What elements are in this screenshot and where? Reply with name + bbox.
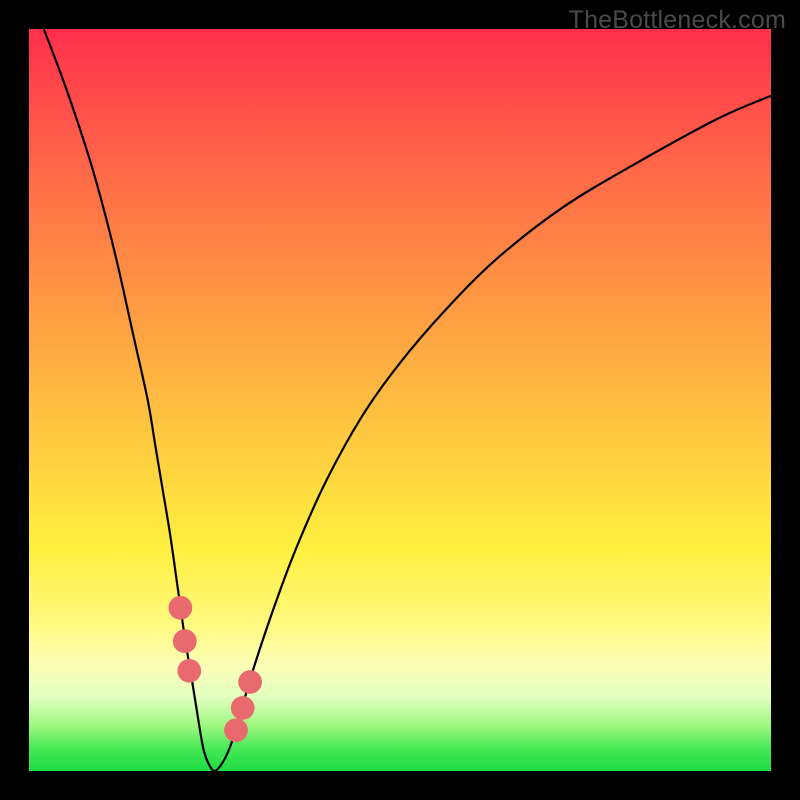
watermark-text: TheBottleneck.com	[569, 6, 786, 35]
marker-dot	[173, 629, 197, 653]
marker-dot	[224, 718, 248, 742]
marker-dot	[231, 696, 255, 720]
chart-area	[29, 29, 771, 771]
bottleneck-plot	[29, 29, 771, 771]
marker-layer	[164, 504, 280, 770]
marker-pill	[164, 504, 175, 578]
marker-dot	[169, 596, 193, 620]
marker-dot	[177, 659, 201, 683]
bottleneck-curve	[44, 29, 771, 771]
marker-dot	[238, 670, 262, 694]
